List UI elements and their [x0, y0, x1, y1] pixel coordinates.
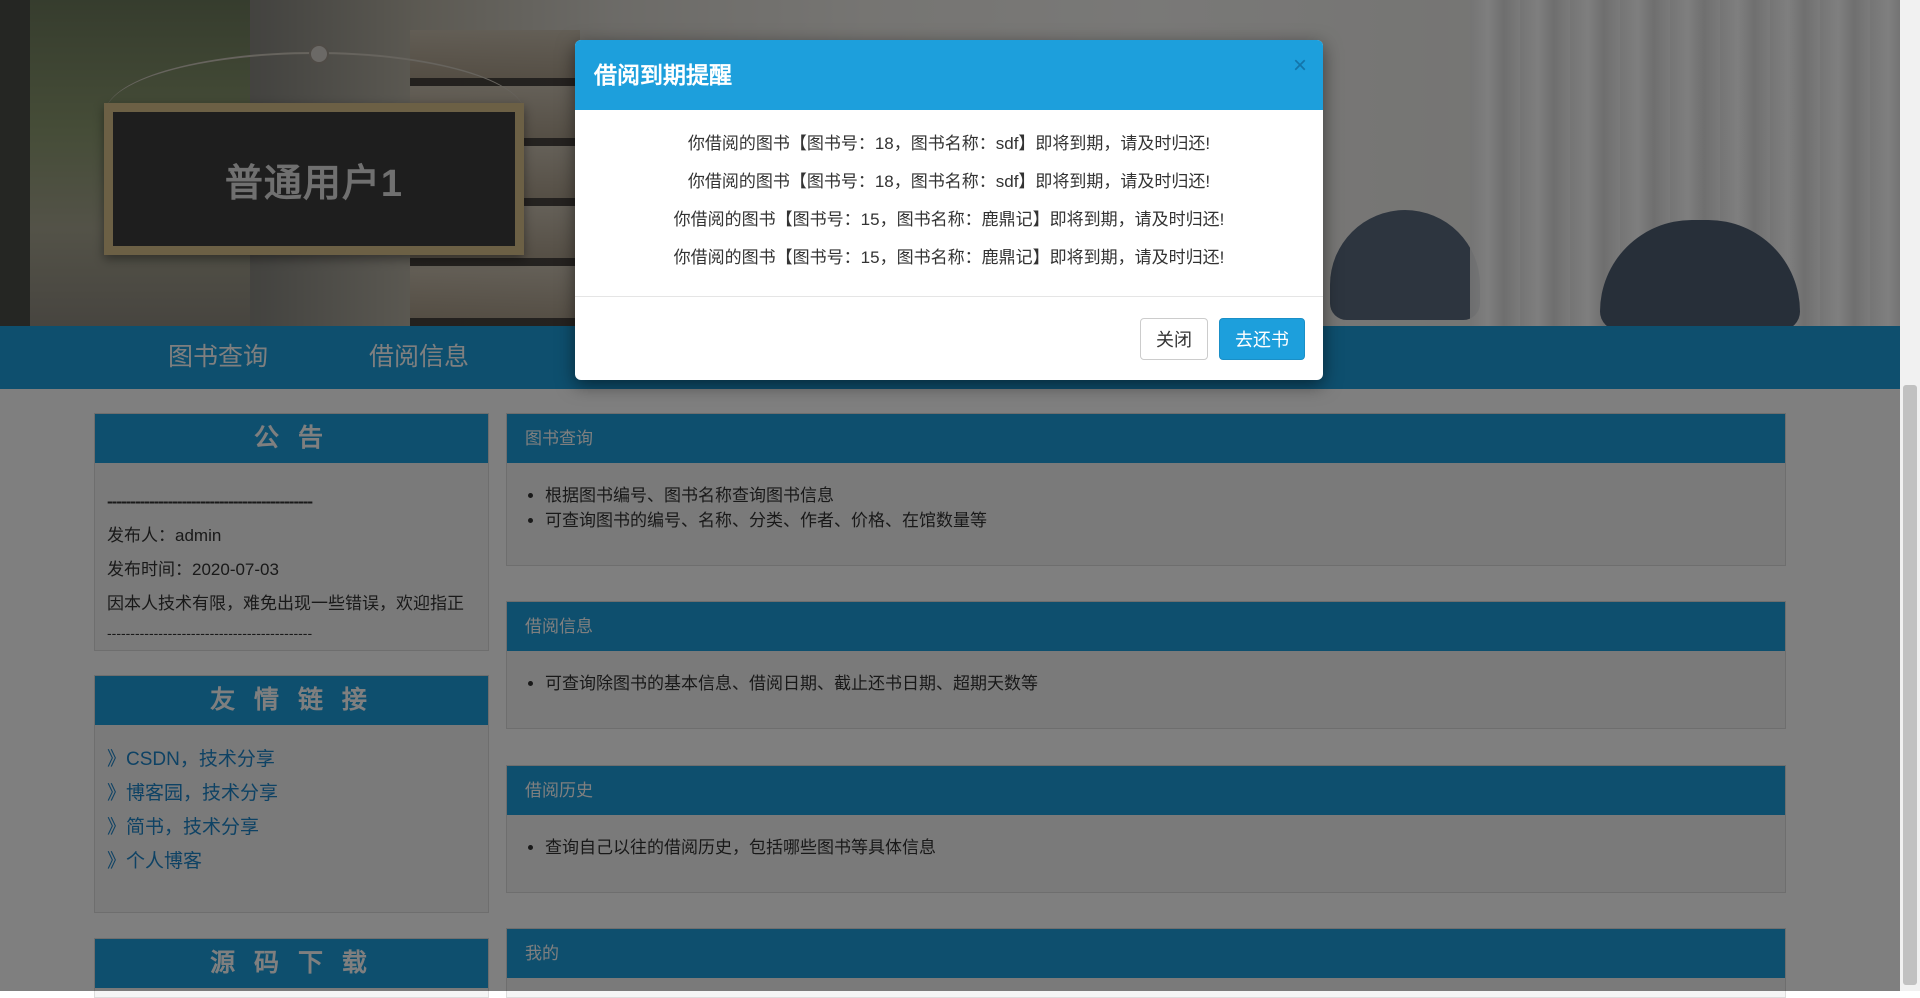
- modal-title: 借阅到期提醒: [594, 62, 732, 88]
- modal-header: 借阅到期提醒 ×: [575, 40, 1323, 110]
- return-book-button[interactable]: 去还书: [1219, 318, 1305, 360]
- scrollbar-thumb[interactable]: [1903, 385, 1917, 985]
- close-icon[interactable]: ×: [1293, 54, 1307, 78]
- reminder-message: 你借阅的图书【图书号：15，图书名称：鹿鼎记】即将到期，请及时归还!: [673, 210, 1225, 229]
- close-button[interactable]: 关闭: [1140, 318, 1208, 360]
- reminder-message: 你借阅的图书【图书号：18，图书名称：sdf】即将到期，请及时归还!: [687, 134, 1211, 153]
- modal-footer: 关闭 去还书: [575, 297, 1323, 379]
- due-reminder-modal: 借阅到期提醒 × 你借阅的图书【图书号：18，图书名称：sdf】即将到期，请及时…: [575, 40, 1323, 380]
- reminder-message: 你借阅的图书【图书号：15，图书名称：鹿鼎记】即将到期，请及时归还!: [673, 248, 1225, 267]
- reminder-message: 你借阅的图书【图书号：18，图书名称：sdf】即将到期，请及时归还!: [687, 172, 1211, 191]
- modal-body: 你借阅的图书【图书号：18，图书名称：sdf】即将到期，请及时归还! 你借阅的图…: [575, 110, 1323, 297]
